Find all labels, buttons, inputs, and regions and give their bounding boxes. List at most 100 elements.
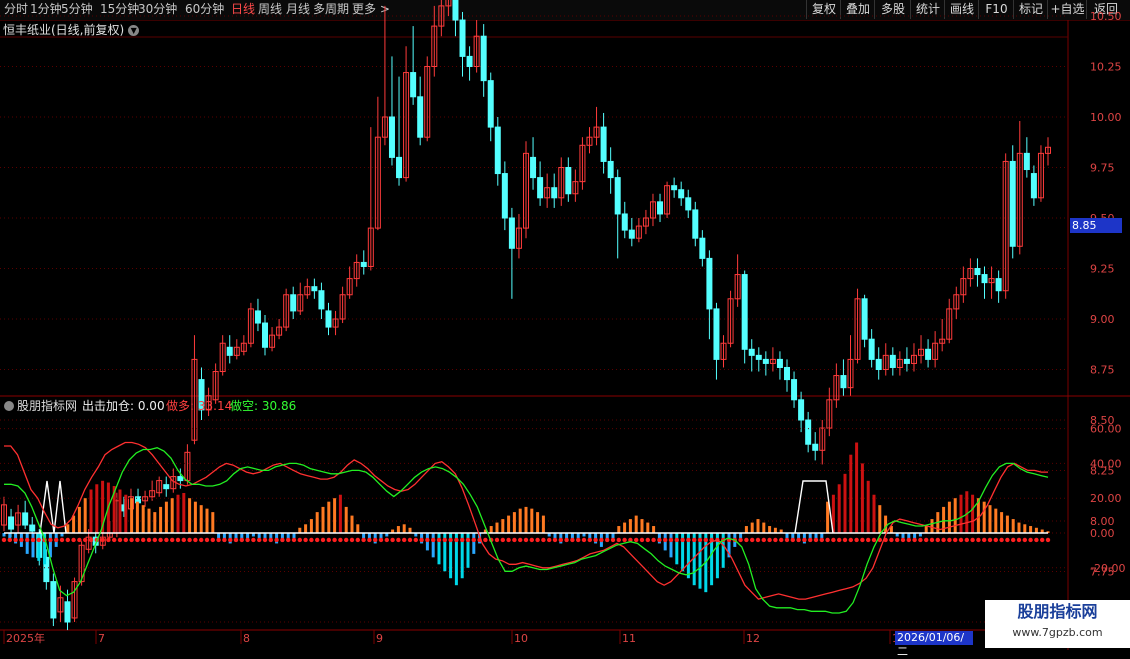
current-date-marker: 2026/01/06/二 xyxy=(895,631,973,658)
candle-body xyxy=(903,358,910,364)
candle-body xyxy=(50,581,57,619)
indicator-dot xyxy=(871,537,877,543)
indicator-dot xyxy=(494,537,500,543)
indicator-dot xyxy=(36,537,41,543)
candle-body xyxy=(360,261,367,267)
indicator-dot xyxy=(1016,537,1022,543)
indicator-dot xyxy=(813,537,819,543)
indicator-dot xyxy=(262,537,268,543)
indicator-dot xyxy=(170,537,175,543)
chevron-down-icon[interactable] xyxy=(4,401,14,411)
indicator-dot xyxy=(697,537,703,543)
indicator-bar xyxy=(849,454,853,533)
indicator-dot xyxy=(117,537,123,543)
indicator-dot xyxy=(442,537,447,543)
indicator-tick: 60.00 xyxy=(1090,423,1122,436)
indicator-dot xyxy=(199,537,204,543)
indicator-dot xyxy=(831,537,836,543)
candle-body xyxy=(1009,160,1016,247)
candle-body xyxy=(607,160,614,179)
indicator-dot xyxy=(552,537,558,543)
indicator-dot xyxy=(77,537,82,543)
stock-chart[interactable]: 10.5010.2510.009.759.509.259.008.758.508… xyxy=(0,0,1130,650)
indicator-dot xyxy=(819,537,824,543)
indicator-dot xyxy=(906,537,911,543)
indicator-dot xyxy=(773,537,778,543)
indicator-dot xyxy=(332,537,337,543)
indicator-dot xyxy=(755,537,761,543)
price-tick: 9.00 xyxy=(1090,313,1115,326)
indicator-dot xyxy=(239,537,244,543)
candle-body xyxy=(628,229,635,239)
indicator-dot xyxy=(953,537,958,543)
indicator-bar xyxy=(396,526,400,533)
indicator-dot xyxy=(929,537,935,543)
indicator-bar xyxy=(518,508,522,533)
indicator-dot xyxy=(634,537,639,543)
indicator-bar xyxy=(675,533,679,565)
indicator-dot xyxy=(593,537,598,543)
indicator-bar xyxy=(860,463,864,533)
candle-body xyxy=(657,201,664,215)
long-line-label: 做多: 33.14 xyxy=(166,399,233,413)
indicator-bar xyxy=(66,524,70,533)
indicator-tick: 0.00 xyxy=(1090,527,1115,540)
candle-body xyxy=(551,187,558,199)
indicator-bar xyxy=(292,533,296,539)
indicator-bar xyxy=(1029,526,1033,533)
indicator-dot xyxy=(1040,537,1045,543)
indicator-dot xyxy=(367,537,372,543)
indicator-dot xyxy=(123,537,128,543)
candle-body xyxy=(1030,173,1037,199)
indicator-dot xyxy=(268,537,273,543)
candle-body xyxy=(671,185,678,191)
candle-body xyxy=(494,126,501,175)
indicator-dot xyxy=(947,537,952,543)
indicator-dot xyxy=(100,537,105,543)
price-tick: 10.00 xyxy=(1090,111,1122,124)
candle-body xyxy=(508,217,515,249)
indicator-dot xyxy=(280,537,285,543)
indicator-name: 股朋指标网 xyxy=(4,397,77,414)
indicator-dot xyxy=(315,537,320,543)
indicator-bar xyxy=(37,533,41,561)
candle-body xyxy=(776,358,783,368)
candle-body xyxy=(417,96,424,138)
indicator-bar xyxy=(773,527,777,533)
indicator-bar xyxy=(1000,512,1004,533)
indicator-dot xyxy=(396,537,401,543)
price-tick: 10.25 xyxy=(1090,61,1122,74)
candle-body xyxy=(621,213,628,231)
indicator-bar xyxy=(913,533,917,539)
candle-body xyxy=(8,516,15,530)
indicator-dot xyxy=(895,537,900,543)
indicator-bar xyxy=(217,533,221,539)
candle-body xyxy=(678,189,685,199)
indicator-bar xyxy=(744,526,748,533)
indicator-bar xyxy=(756,519,760,533)
indicator-dot xyxy=(7,537,12,543)
indicator-bar xyxy=(211,512,215,533)
indicator-bar xyxy=(843,473,847,533)
indicator-bar xyxy=(878,505,882,533)
price-tick: 9.25 xyxy=(1090,263,1115,276)
indicator-dot xyxy=(622,537,627,543)
indicator-dot xyxy=(1022,537,1027,543)
indicator-bar xyxy=(141,505,145,533)
indicator-dot xyxy=(460,537,465,543)
candle-body xyxy=(699,237,706,259)
indicator-dot xyxy=(1,537,7,543)
candle-body xyxy=(798,399,805,421)
indicator-bar xyxy=(982,501,986,533)
indicator-dot xyxy=(30,537,36,543)
candle-body xyxy=(325,310,332,328)
indicator-bar xyxy=(327,501,331,533)
indicator-dot xyxy=(436,537,442,543)
indicator-dot xyxy=(291,537,297,543)
indicator-tick: 40.00 xyxy=(1090,457,1122,470)
indicator-dot xyxy=(471,537,476,543)
candle-body xyxy=(565,167,572,195)
indicator-bar xyxy=(199,505,203,533)
date-label: 11 xyxy=(622,632,636,645)
indicator-dot xyxy=(605,537,610,543)
